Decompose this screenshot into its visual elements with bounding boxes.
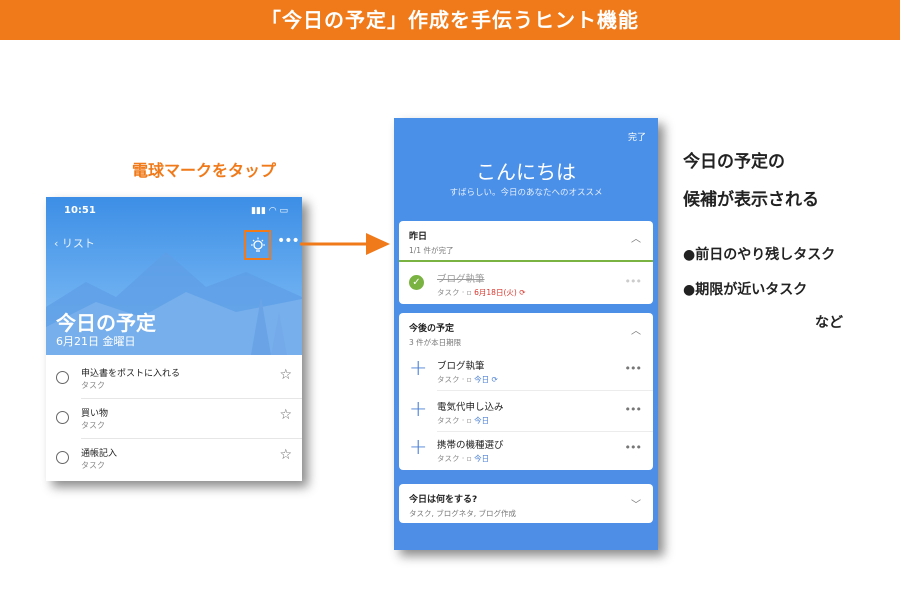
- greeting-subtitle: すばらしい。今日のあなたへのオススメ: [449, 188, 603, 198]
- calendar-icon: · ▫: [461, 375, 475, 384]
- suggestions-screenshot: 完了 こんにちは すばらしい。今日のあなたへのオススメ 昨日 1/1 件が完了 …: [394, 118, 658, 550]
- due-date: 今日: [474, 375, 490, 384]
- today-question-card[interactable]: 今日は何をする? タスク, ブログネタ, ブログ作成 ﹀: [399, 484, 653, 523]
- chevron-up-icon[interactable]: ︿: [631, 322, 641, 337]
- more-options-icon[interactable]: •••: [277, 233, 300, 249]
- task-type: タスク: [81, 421, 105, 430]
- task-type: タスク: [81, 461, 105, 470]
- repeat-icon: ⟳: [491, 375, 498, 384]
- upcoming-card: 今後の予定 3 件が本日期限 ︿ + ブログ執筆 タスク · ▫ 今日 ⟳ ••…: [399, 313, 653, 470]
- suggestion-row[interactable]: ✓ ブログ執筆 タスク · ▫ 6月18日(火) ⟳ •••: [399, 263, 653, 304]
- chevron-left-icon: ‹: [54, 237, 59, 250]
- suggestion-type: タスク: [437, 416, 460, 425]
- yesterday-card: 昨日 1/1 件が完了 ︿ ✓ ブログ執筆 タスク · ▫ 6月18日(火) ⟳…: [399, 221, 653, 304]
- add-icon[interactable]: +: [409, 397, 427, 422]
- task-row[interactable]: 通帳記入 タスク ☆: [46, 439, 302, 479]
- add-icon[interactable]: +: [409, 356, 427, 381]
- check-icon[interactable]: ✓: [409, 275, 424, 290]
- list-date: 6月21日 金曜日: [56, 335, 136, 348]
- tap-bulb-instruction: 電球マークをタップ: [132, 161, 277, 180]
- task-complete-circle[interactable]: [56, 411, 69, 424]
- title-banner: 「今日の予定」作成を手伝うヒント機能: [0, 0, 900, 40]
- lightbulb-icon: [251, 237, 265, 252]
- task-complete-circle[interactable]: [56, 371, 69, 384]
- explanation-line-1: 今日の予定の: [683, 152, 785, 172]
- task-row[interactable]: 申込書をポストに入れる タスク ☆: [46, 359, 302, 399]
- star-icon[interactable]: ☆: [279, 407, 292, 423]
- task-complete-circle[interactable]: [56, 451, 69, 464]
- back-button[interactable]: ‹ リスト: [54, 235, 95, 251]
- chevron-up-icon[interactable]: ︿: [631, 230, 641, 245]
- due-date: 今日: [474, 454, 490, 463]
- card-subtitle: 1/1 件が完了: [409, 246, 454, 255]
- add-icon[interactable]: +: [409, 435, 427, 460]
- task-name: 申込書をポストに入れる: [81, 369, 181, 379]
- card-title: 今日は何をする?: [409, 495, 478, 505]
- star-icon[interactable]: ☆: [279, 367, 292, 383]
- bullet-due-soon-tasks: ●期限が近いタスク: [683, 282, 808, 298]
- status-time: 10:51: [64, 205, 96, 216]
- task-row[interactable]: 買い物 タスク ☆: [46, 399, 302, 439]
- task-name: 通帳記入: [81, 449, 118, 459]
- task-name: 買い物: [81, 409, 109, 419]
- explanation-line-2: 候補が表示される: [683, 190, 819, 210]
- progress-line: [399, 260, 653, 262]
- calendar-icon: · ▫: [461, 416, 475, 425]
- more-options-icon[interactable]: •••: [625, 441, 642, 454]
- card-title: 昨日: [409, 232, 428, 242]
- lightbulb-button[interactable]: [244, 230, 271, 260]
- suggestion-meta: タスク · ▫ 今日: [437, 415, 489, 426]
- suggestion-meta: タスク · ▫ 今日 ⟳: [437, 374, 498, 385]
- more-options-icon[interactable]: •••: [625, 275, 642, 288]
- task-type: タスク: [81, 381, 105, 390]
- arrow-right-icon: [300, 233, 390, 255]
- status-icons: ▮▮▮ ◠ ▭: [251, 206, 288, 216]
- card-subtitle: タスク, ブログネタ, ブログ作成: [409, 509, 517, 518]
- card-subtitle: 3 件が本日期限: [409, 338, 462, 347]
- suggestion-name: 電気代申し込み: [437, 402, 504, 413]
- card-title: 今後の予定: [409, 324, 455, 334]
- done-button[interactable]: 完了: [628, 130, 646, 143]
- due-date: 今日: [474, 416, 490, 425]
- suggestion-row[interactable]: + 電気代申し込み タスク · ▫ 今日 •••: [399, 391, 653, 432]
- suggestion-type: タスク: [437, 454, 460, 463]
- chevron-down-icon[interactable]: ﹀: [631, 496, 641, 511]
- bullet-leftover-tasks: ●前日のやり残しタスク: [683, 247, 836, 263]
- suggestion-type: タスク: [437, 288, 460, 297]
- list-title: 今日の予定: [56, 311, 156, 335]
- back-label: リスト: [61, 237, 95, 250]
- star-icon[interactable]: ☆: [279, 447, 292, 463]
- due-date: 6月18日(火): [474, 288, 517, 297]
- suggestion-meta: タスク · ▫ 6月18日(火) ⟳: [437, 287, 526, 298]
- suggestion-name: ブログ執筆: [437, 361, 485, 372]
- suggestion-row[interactable]: + ブログ執筆 タスク · ▫ 今日 ⟳ •••: [399, 350, 653, 391]
- suggestion-type: タスク: [437, 375, 460, 384]
- calendar-icon: · ▫: [461, 454, 475, 463]
- suggestion-name: 携帯の機種選び: [437, 440, 504, 451]
- greeting: こんにちは: [476, 160, 576, 184]
- more-options-icon[interactable]: •••: [625, 403, 642, 416]
- hero-header: 10:51 ▮▮▮ ◠ ▭ ‹ リスト ••• 今日の予定 6月21日 金曜日: [46, 197, 302, 355]
- calendar-icon: · ▫: [461, 288, 475, 297]
- suggestion-row[interactable]: + 携帯の機種選び タスク · ▫ 今日 •••: [399, 429, 653, 470]
- suggestion-meta: タスク · ▫ 今日: [437, 453, 489, 464]
- explanation-etc: など: [815, 315, 843, 331]
- more-options-icon[interactable]: •••: [625, 362, 642, 375]
- today-list-screenshot: 10:51 ▮▮▮ ◠ ▭ ‹ リスト ••• 今日の予定 6月21日 金曜日 …: [46, 197, 302, 481]
- repeat-icon: ⟳: [519, 288, 526, 297]
- suggestion-name: ブログ執筆: [437, 274, 485, 285]
